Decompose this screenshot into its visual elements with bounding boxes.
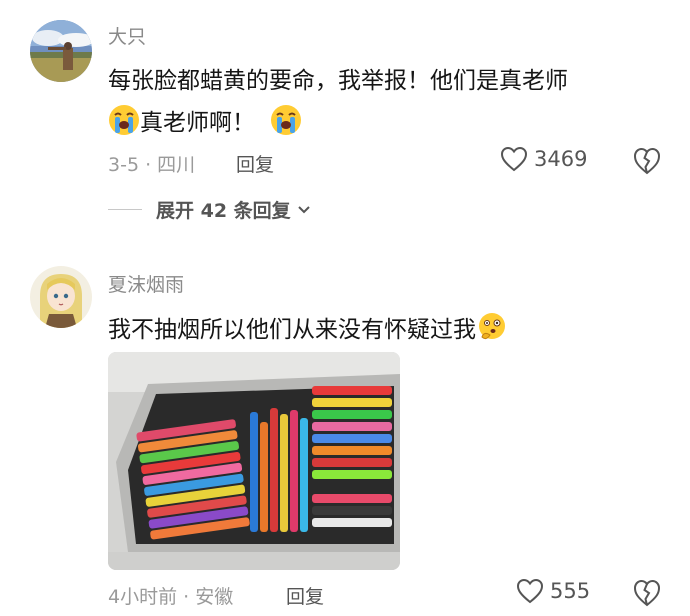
thinking-emoji — [476, 311, 508, 343]
username[interactable]: 大只 — [108, 22, 146, 49]
comment-text-line-2: 真老师啊！ — [108, 103, 302, 137]
username[interactable]: 夏沫烟雨 — [108, 270, 184, 297]
expand-replies-button[interactable]: 展开 42 条回复 — [108, 196, 311, 223]
like-button[interactable]: 3469 — [500, 146, 587, 172]
reply-button[interactable]: 回复 — [236, 150, 274, 177]
expand-replies-label: 展开 42 条回复 — [156, 200, 291, 222]
heart-outline-icon — [516, 578, 544, 604]
avatar[interactable] — [30, 266, 92, 328]
comment-meta: 4小时前 · 安徽 — [108, 586, 234, 608]
comment-text-line: 我不抽烟所以他们从来没有怀疑过我 — [108, 310, 508, 344]
broken-heart-icon[interactable] — [632, 578, 662, 608]
avatar[interactable] — [30, 20, 92, 82]
comment-meta: 3-5 · 四川 — [108, 154, 196, 176]
broken-heart-icon[interactable] — [632, 146, 662, 176]
divider — [108, 209, 142, 210]
photo-tin-box-of-lighters — [108, 352, 400, 570]
avatar-photo — [30, 20, 92, 82]
avatar-anime-girl — [30, 266, 92, 328]
like-count: 3469 — [534, 147, 588, 171]
comment-text-line: 每张脸都蜡黄的要命，我举报！他们是真老师 — [108, 68, 568, 94]
comment-text-fragment: 我不抽烟所以他们从来没有怀疑过我 — [108, 317, 476, 343]
loudly-crying-emoji — [270, 104, 302, 136]
heart-outline-icon — [500, 146, 528, 172]
loudly-crying-emoji — [108, 104, 140, 136]
comment-text-fragment: 真老师啊！ — [140, 110, 255, 136]
reply-button[interactable]: 回复 — [286, 582, 324, 609]
like-count: 555 — [550, 579, 591, 603]
like-button[interactable]: 555 — [516, 578, 590, 604]
comment-photo[interactable] — [108, 352, 400, 570]
chevron-down-icon — [297, 205, 310, 213]
